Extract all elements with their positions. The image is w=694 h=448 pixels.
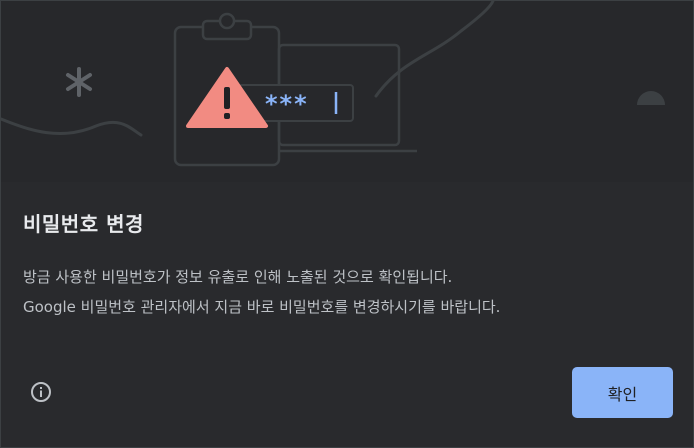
illustration: *** xyxy=(1,1,693,182)
info-icon[interactable] xyxy=(30,381,52,403)
asterisk-icon xyxy=(66,67,92,97)
password-breach-dialog: *** 비밀번호 변경 방금 사용한 비밀번호가 정보 유출로 인해 노출된 것… xyxy=(0,0,694,448)
password-mask: *** xyxy=(265,90,309,118)
illustration-graphic: *** xyxy=(1,1,665,167)
half-circle-shape xyxy=(637,91,665,105)
curve-line xyxy=(374,1,495,98)
dialog-title: 비밀번호 변경 xyxy=(23,212,144,236)
description-line-1: 방금 사용한 비밀번호가 정보 유출로 인해 노출된 것으로 확인됩니다. xyxy=(23,268,453,286)
confirm-button[interactable]: 확인 xyxy=(572,367,673,418)
dialog-body: 비밀번호 변경 방금 사용한 비밀번호가 정보 유출로 인해 노출된 것으로 확… xyxy=(23,182,673,322)
dialog-description: 방금 사용한 비밀번호가 정보 유출로 인해 노출된 것으로 확인됩니다. Go… xyxy=(23,262,673,322)
description-line-2: Google 비밀번호 관리자에서 지금 바로 비밀번호를 변경하시기를 바랍니… xyxy=(23,298,501,316)
wave-line xyxy=(1,117,143,137)
